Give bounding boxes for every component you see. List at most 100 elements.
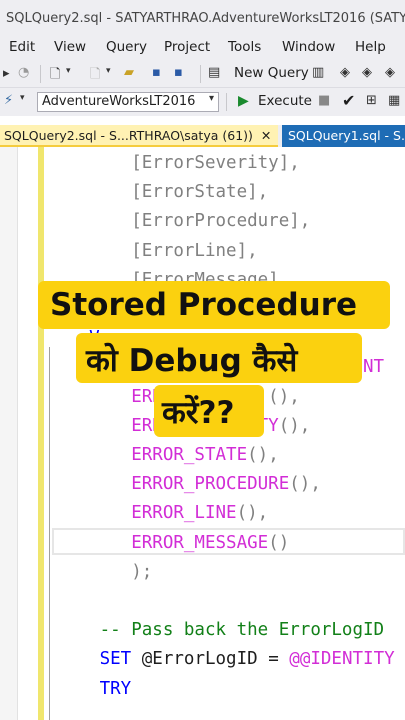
- new-query-button[interactable]: New Query: [234, 65, 309, 81]
- code-token: SET: [99, 649, 142, 670]
- code-token: ERROR_LINE: [131, 503, 237, 524]
- display-plan-icon[interactable]: ⊞: [366, 93, 377, 108]
- code-token: @ErrorLogID =: [141, 649, 290, 670]
- code-token: TRY: [99, 678, 132, 699]
- outline-collapse-line: [49, 347, 50, 720]
- code-line[interactable]: [ErrorLine],: [68, 237, 258, 266]
- code-token: (),: [247, 445, 279, 465]
- save-all-icon[interactable]: ▪: [174, 65, 183, 80]
- back-icon[interactable]: ▸: [3, 66, 10, 81]
- window-title-bar: SQLQuery2.sql - SATYARTHRAO.AdventureWor…: [0, 0, 405, 36]
- dropdown-arrow-icon[interactable]: ▾: [66, 66, 71, 76]
- code-token: (),: [236, 503, 269, 524]
- code-token: [ErrorState],: [131, 182, 269, 203]
- menu-tools[interactable]: Tools: [228, 39, 261, 55]
- code-line[interactable]: -- Pass back the ErrorLogID: [68, 616, 384, 645]
- code-line[interactable]: );: [68, 558, 152, 587]
- toolbar-separator: [200, 65, 201, 83]
- save-icon[interactable]: ▪: [152, 65, 161, 80]
- menu-view[interactable]: View: [54, 39, 86, 55]
- caption-line-1: Stored Procedure: [38, 281, 390, 329]
- menu-query[interactable]: Query: [106, 39, 147, 55]
- tab-sqlquery2[interactable]: SQLQuery2.sql - S...RTHRAO\satya (61)) ✕: [0, 125, 278, 147]
- caption-line-1-text: Stored Procedure: [50, 287, 358, 323]
- document-tab-strip: SQLQuery2.sql - S...RTHRAO\satya (61)) ✕…: [0, 125, 405, 147]
- add-item-icon[interactable]: 🗋: [90, 65, 100, 87]
- execute-button[interactable]: Execute: [258, 93, 312, 109]
- code-token: (): [268, 532, 290, 553]
- code-token: ERROR_STATE: [131, 445, 248, 465]
- code-token: -- Pass back the ErrorLogID: [99, 620, 385, 641]
- code-token: );: [131, 561, 153, 582]
- change-tracking-bar: [38, 147, 44, 720]
- code-line[interactable]: [ErrorProcedure],: [68, 207, 310, 236]
- caption-line-3-text: करें??: [162, 395, 235, 431]
- menu-project[interactable]: Project: [164, 39, 210, 55]
- caption-line-2-text: को Debug कैसे: [86, 343, 298, 379]
- chevron-down-icon: ▾: [208, 93, 214, 104]
- menu-window[interactable]: Window: [282, 39, 335, 55]
- open-folder-icon[interactable]: ▰: [124, 65, 134, 80]
- code-token: (),: [278, 415, 311, 436]
- code-token: [ErrorLine],: [131, 240, 258, 261]
- code-line[interactable]: ERROR_STATE(),: [68, 441, 279, 470]
- code-token: ERROR_MESSAGE: [131, 532, 269, 553]
- query-options-icon[interactable]: ▦: [388, 93, 400, 108]
- menu-help[interactable]: Help: [355, 39, 386, 55]
- toolbar-separator: [40, 65, 41, 83]
- code-token: [ErrorProcedure],: [131, 211, 311, 232]
- database-select[interactable]: AdventureWorksLT2016 ▾: [37, 92, 219, 112]
- forward-icon[interactable]: ◔: [18, 65, 29, 80]
- toolbar-separator: [226, 93, 227, 111]
- menu-bar: Edit View Query Project Tools Window Hel…: [0, 36, 405, 60]
- standard-toolbar: ▸ ◔ 🗋 ▾ 🗋 ▾ ▰ ▪ ▪ ▤ New Query ▥ ◈ ◈ ◈: [0, 60, 405, 88]
- code-token: [ErrorSeverity],: [131, 153, 300, 173]
- database-engine-query-icon[interactable]: ▥: [312, 65, 324, 80]
- xmla-query-icon[interactable]: ◈: [385, 65, 395, 80]
- stop-icon[interactable]: ■: [318, 93, 330, 108]
- dmx-query-icon[interactable]: ◈: [362, 65, 372, 80]
- new-query-icon[interactable]: ▤: [208, 65, 220, 80]
- new-project-icon[interactable]: 🗋: [50, 65, 60, 87]
- parse-checkmark-icon[interactable]: ✔: [342, 91, 355, 110]
- connect-icon[interactable]: ⚡: [4, 93, 13, 108]
- database-select-value: AdventureWorksLT2016: [42, 94, 196, 109]
- close-icon[interactable]: ✕: [261, 128, 271, 143]
- code-token: @@IDENTITY: [289, 649, 395, 670]
- menu-edit[interactable]: Edit: [9, 39, 35, 55]
- code-line[interactable]: TRY: [68, 675, 132, 704]
- execute-icon[interactable]: ▶: [238, 93, 249, 109]
- caption-line-3: करें??: [154, 385, 264, 437]
- tab-sqlquery1-label: SQLQuery1.sql - S...: [288, 128, 405, 143]
- mdx-query-icon[interactable]: ◈: [340, 65, 350, 80]
- tab-sqlquery1[interactable]: SQLQuery1.sql - S...: [282, 125, 405, 147]
- code-token: ERROR_PROCEDURE: [131, 474, 290, 495]
- dropdown-arrow-icon[interactable]: ▾: [106, 66, 111, 76]
- tab-sqlquery2-label: SQLQuery2.sql - S...RTHRAO\satya (61)): [4, 128, 253, 143]
- editor-gutter: [0, 147, 18, 720]
- code-line[interactable]: ERROR_PROCEDURE(),: [68, 470, 321, 499]
- dropdown-arrow-icon[interactable]: ▾: [20, 93, 25, 103]
- code-line[interactable]: [ErrorState],: [68, 178, 268, 207]
- code-line[interactable]: ERROR_LINE(),: [68, 499, 268, 528]
- code-line[interactable]: SET @ErrorLogID = @@IDENTITY: [68, 645, 395, 674]
- code-token: (),: [289, 474, 321, 495]
- window-title: SQLQuery2.sql - SATYARTHRAO.AdventureWor…: [6, 11, 405, 26]
- caption-line-2: को Debug कैसे: [76, 333, 362, 383]
- code-line[interactable]: [ErrorSeverity],: [68, 149, 300, 178]
- code-line[interactable]: ERROR_MESSAGE(): [68, 529, 289, 558]
